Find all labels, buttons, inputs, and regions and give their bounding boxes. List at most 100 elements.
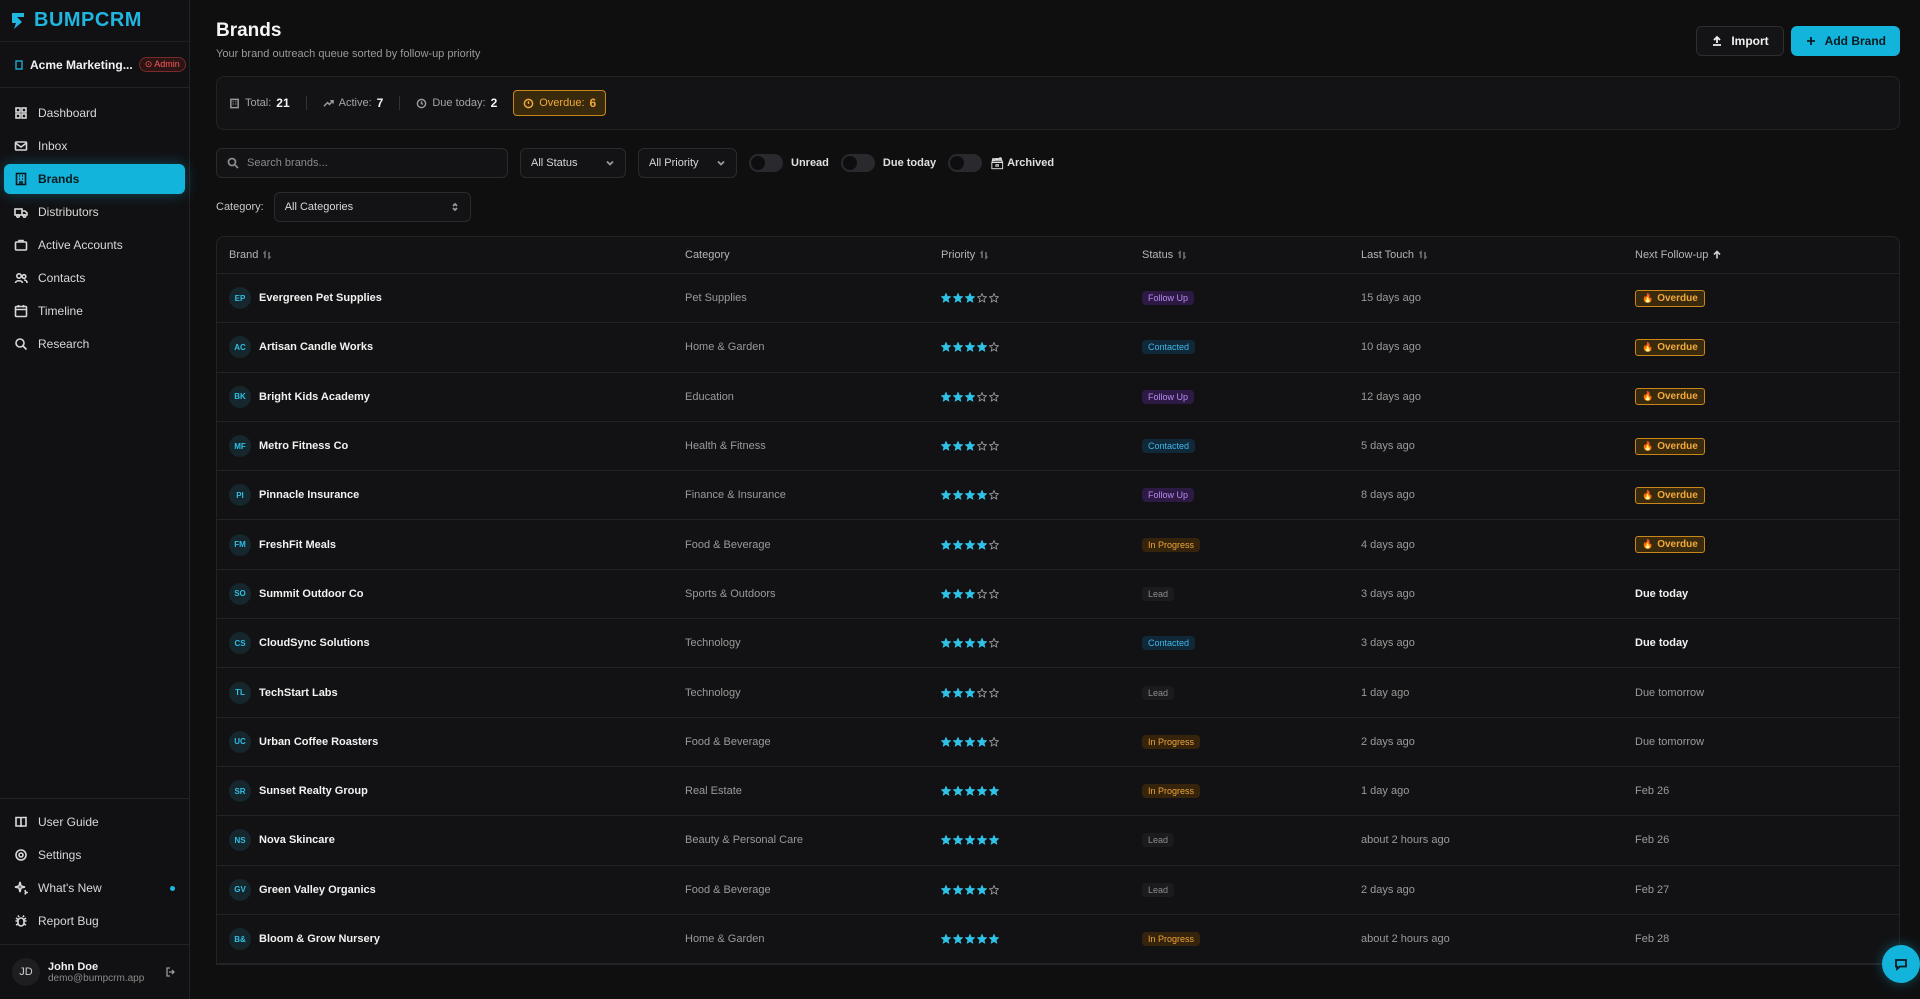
app-logo[interactable]: BUMPCRM [0, 0, 189, 42]
table-row[interactable]: TL TechStart Labs Technology Lead 1 day ago D… [217, 668, 1899, 718]
last-touch-cell: 4 days ago [1361, 538, 1415, 551]
due-today-toggle[interactable] [840, 154, 875, 172]
star-filled-icon [941, 342, 951, 353]
brand-name[interactable]: Nova Skincare [259, 834, 335, 846]
brand-name[interactable]: Metro Fitness Co [259, 440, 348, 452]
priority-stars[interactable] [941, 490, 1130, 501]
priority-stars[interactable] [941, 687, 1130, 698]
fire-icon: 🔥 [1642, 341, 1654, 352]
nav-item-brands[interactable]: Brands [4, 164, 185, 194]
brand-name[interactable]: TechStart Labs [259, 687, 338, 699]
brand-name[interactable]: Green Valley Organics [259, 884, 376, 896]
last-touch-cell: 2 days ago [1361, 735, 1415, 748]
category-cell: Home & Garden [685, 933, 765, 945]
status-badge: Lead [1142, 586, 1175, 601]
nav-item-research[interactable]: Research [4, 329, 185, 359]
column-header-brand[interactable]: Brand [217, 249, 673, 261]
table-row[interactable]: MF Metro Fitness Co Health & Fitness Contac… [217, 422, 1899, 472]
brand-name[interactable]: Artisan Candle Works [259, 341, 373, 353]
priority-stars[interactable] [941, 539, 1130, 550]
star-empty-icon [977, 687, 987, 698]
brand-name[interactable]: Pinnacle Insurance [259, 489, 359, 501]
stat-total-label: Total: [245, 97, 272, 109]
brand-name[interactable]: Evergreen Pet Supplies [259, 292, 382, 304]
nav-item-contacts[interactable]: Contacts [4, 263, 185, 293]
help-chat-button[interactable] [1882, 945, 1920, 983]
star-empty-icon [989, 539, 999, 550]
unread-toggle[interactable] [749, 154, 783, 172]
column-header-status[interactable]: Status [1130, 249, 1349, 261]
overdue-label: Overdue [1657, 440, 1698, 452]
brand-name[interactable]: Summit Outdoor Co [259, 588, 364, 600]
table-row[interactable]: PI Pinnacle Insurance Finance & Insurance F… [217, 471, 1899, 521]
star-filled-icon [941, 293, 951, 304]
nav-item-inbox[interactable]: Inbox [4, 131, 185, 161]
column-header-last-touch[interactable]: Last Touch [1349, 249, 1623, 261]
priority-select[interactable]: All Priority [638, 148, 737, 178]
search-input[interactable] [247, 157, 487, 169]
user-profile[interactable]: JD John Doe demo@bumpcrm.app [0, 944, 189, 999]
star-filled-icon [941, 786, 951, 797]
status-select[interactable]: All Status [520, 148, 626, 178]
column-header-priority[interactable]: Priority [929, 249, 1130, 261]
table-row[interactable]: SO Summit Outdoor Co Sports & Outdoors Lead… [217, 570, 1899, 620]
table-row[interactable]: B& Bloom & Grow Nursery Home & Garden In Pr… [217, 915, 1899, 965]
add-brand-button[interactable]: Add Brand [1790, 26, 1900, 56]
column-header-label: Next Follow-up [1635, 249, 1709, 261]
priority-stars[interactable] [941, 786, 1130, 797]
priority-stars[interactable] [941, 736, 1130, 747]
brand-name[interactable]: CloudSync Solutions [259, 637, 370, 649]
priority-stars[interactable] [941, 588, 1130, 599]
brand-avatar: AC [229, 336, 251, 359]
table-row[interactable]: GV Green Valley Organics Food & Beverage Le… [217, 866, 1899, 915]
search-box[interactable] [216, 148, 508, 178]
priority-stars[interactable] [941, 342, 1130, 353]
priority-stars[interactable] [941, 391, 1130, 402]
logout-icon[interactable] [165, 966, 177, 978]
table-row[interactable]: SR Sunset Realty Group Real Estate In Progr… [217, 767, 1899, 817]
star-filled-icon [941, 835, 951, 846]
brand-name[interactable]: Urban Coffee Roasters [259, 736, 378, 748]
star-filled-icon [953, 490, 963, 501]
priority-stars[interactable] [941, 638, 1130, 649]
sort-icon [1178, 250, 1187, 260]
brand-name[interactable]: FreshFit Meals [259, 539, 336, 551]
table-row[interactable]: UC Urban Coffee Roasters Food & Beverage In… [217, 718, 1899, 767]
table-row[interactable]: BK Bright Kids Academy Education Follow Up 1… [217, 373, 1899, 422]
nav-item-user-guide[interactable]: User Guide [4, 807, 185, 837]
nav-item-what-s-new[interactable]: What's New [4, 873, 185, 903]
org-name: Acme Marketing... [30, 57, 133, 72]
brand-cell: CS CloudSync Solutions [217, 632, 673, 655]
import-button[interactable]: Import [1696, 26, 1784, 56]
priority-stars[interactable] [941, 441, 1130, 451]
brand-name[interactable]: Bright Kids Academy [259, 391, 370, 403]
priority-stars[interactable] [941, 934, 1130, 944]
nav-item-timeline[interactable]: Timeline [4, 296, 185, 326]
brand-name[interactable]: Sunset Realty Group [259, 785, 368, 797]
nav-item-active-accounts[interactable]: Active Accounts [4, 230, 185, 260]
nav-item-distributors[interactable]: Distributors [4, 197, 185, 227]
nav-item-report-bug[interactable]: Report Bug [4, 906, 185, 936]
priority-stars[interactable] [941, 835, 1130, 846]
org-switcher[interactable]: Acme Marketing... ⊙ Admin [0, 42, 189, 88]
table-row[interactable]: EP Evergreen Pet Supplies Pet Supplies Foll… [217, 274, 1899, 324]
table-row[interactable]: AC Artisan Candle Works Home & Garden Conta… [217, 323, 1899, 373]
category-select[interactable]: All Categories [273, 192, 471, 222]
nav-item-label: What's New [38, 881, 102, 895]
table-row[interactable]: NS Nova Skincare Beauty & Personal Care Lea… [217, 816, 1899, 866]
status-cell: In Progress [1130, 537, 1349, 552]
archived-toggle[interactable] [948, 154, 983, 172]
nav-item-dashboard[interactable]: Dashboard [4, 98, 185, 128]
stat-overdue[interactable]: Overdue: 6 [513, 90, 607, 116]
nav-item-settings[interactable]: Settings [4, 840, 185, 870]
status-badge: Contacted [1142, 636, 1196, 651]
column-header-label: Category [685, 249, 730, 261]
last-touch-cell: 8 days ago [1361, 489, 1415, 502]
column-header-next-follow-up[interactable]: Next Follow-up [1623, 249, 1899, 261]
brand-name[interactable]: Bloom & Grow Nursery [259, 933, 380, 945]
table-row[interactable]: FM FreshFit Meals Food & Beverage In Progre… [217, 520, 1899, 570]
table-row[interactable]: CS CloudSync Solutions Technology Contacted… [217, 619, 1899, 669]
priority-stars[interactable] [941, 884, 1130, 895]
priority-stars[interactable] [941, 293, 1130, 304]
next-follow-up-cell: Feb 26 [1623, 785, 1899, 797]
